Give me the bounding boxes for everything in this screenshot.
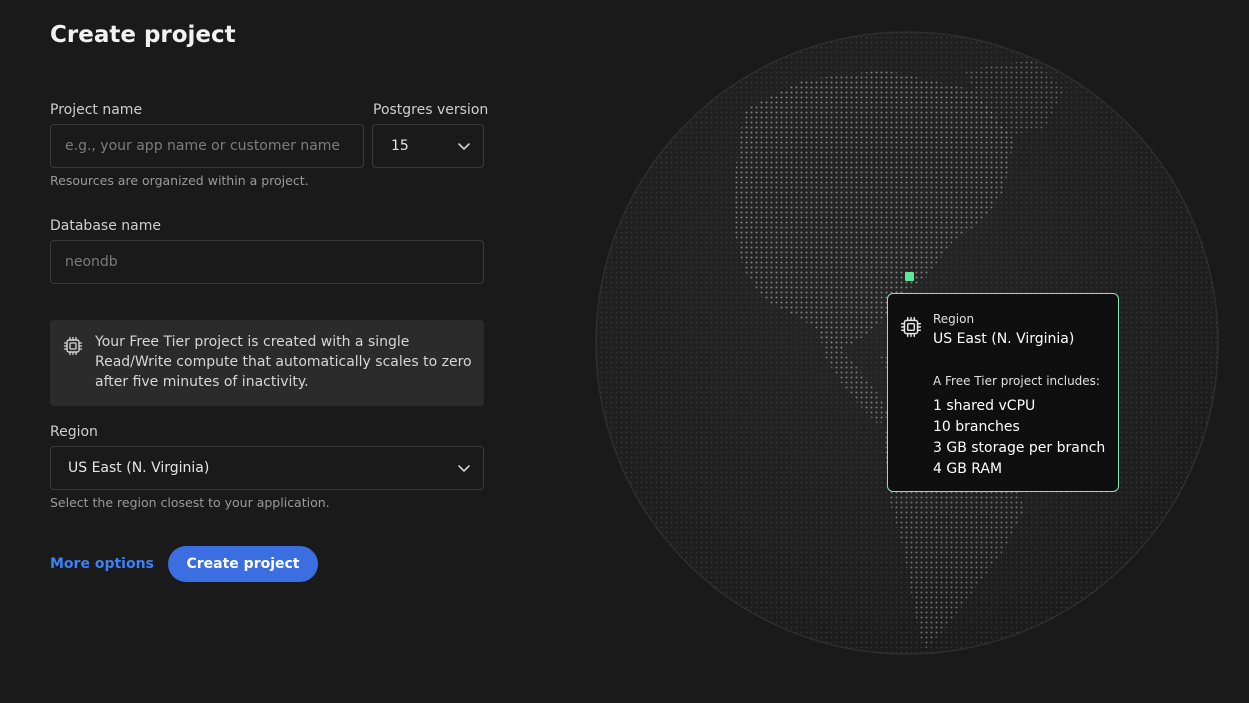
chevron-down-icon [458, 465, 470, 472]
project-name-help: Resources are organized within a project… [50, 173, 309, 188]
database-name-input[interactable]: neondb [50, 240, 484, 284]
database-name-label: Database name [50, 218, 161, 234]
region-select[interactable]: US East (N. Virginia) [50, 446, 484, 490]
postgres-version-label: Postgres version [373, 102, 489, 118]
region-marker[interactable] [905, 272, 914, 281]
chevron-down-icon [458, 143, 470, 150]
project-name-input[interactable]: e.g., your app name or customer name [50, 124, 364, 168]
project-name-label: Project name [50, 102, 143, 118]
tooltip-region-label: Region [933, 312, 975, 326]
page-title: Create project [50, 22, 236, 48]
free-tier-info-text: Your Free Tier project is created with a… [95, 334, 472, 390]
tooltip-includes-list: 1 shared vCPU 10 branches 3 GB storage p… [933, 396, 1105, 480]
postgres-version-select[interactable]: 15 [372, 124, 484, 168]
more-options-link[interactable]: More options [50, 556, 154, 572]
database-name-placeholder: neondb [65, 254, 118, 270]
tooltip-includes-heading: A Free Tier project includes: [933, 374, 1100, 388]
region-value: US East (N. Virginia) [68, 460, 210, 476]
free-tier-info-box: Your Free Tier project is created with a… [50, 320, 484, 406]
tooltip-region-value: US East (N. Virginia) [933, 331, 1075, 347]
chip-icon [63, 336, 83, 356]
list-item: 10 branches [933, 419, 1020, 435]
postgres-version-value: 15 [391, 138, 409, 154]
list-item: 1 shared vCPU [933, 398, 1036, 414]
project-name-placeholder: e.g., your app name or customer name [65, 138, 341, 154]
region-label: Region [50, 424, 98, 440]
chip-icon [900, 316, 922, 338]
list-item: 3 GB storage per branch [933, 440, 1106, 456]
create-project-button[interactable]: Create project [168, 546, 318, 582]
region-tooltip: Region US East (N. Virginia) A Free Tier… [887, 293, 1119, 492]
region-help: Select the region closest to your applic… [50, 495, 330, 510]
list-item: 4 GB RAM [933, 461, 1003, 477]
